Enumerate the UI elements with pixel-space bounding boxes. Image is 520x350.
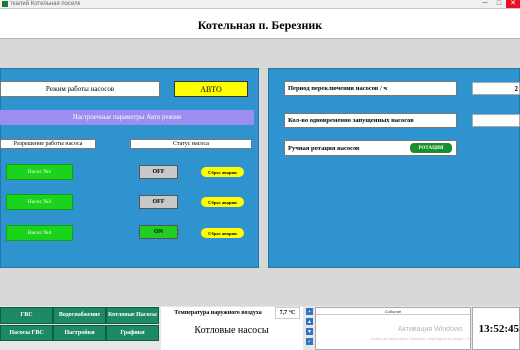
nav-gvs-pumps-button[interactable]: Насосы ГВС <box>0 325 53 341</box>
simultaneous-pumps-input[interactable] <box>472 114 520 127</box>
pump-1-alarm-reset-button[interactable]: Сброс аварии <box>201 167 244 177</box>
events-down-icon[interactable]: ▼ <box>306 328 313 335</box>
events-up-icon[interactable]: ▲ <box>306 318 313 325</box>
close-button[interactable]: ✕ <box>506 0 520 8</box>
pump-3-enable-button[interactable]: Насос №3 <box>6 194 73 210</box>
pump-1-enable-button[interactable]: Насос №1 <box>6 164 73 180</box>
page-header: Котельная п. Березник <box>0 9 520 39</box>
pump-4-alarm-reset-button[interactable]: Сброс аварии <box>201 228 244 238</box>
pump-3-status: OFF <box>139 195 178 209</box>
auto-params-button[interactable]: Настроечные параметры Авто режим <box>0 110 254 125</box>
rotation-settings-panel <box>268 68 520 268</box>
windows-activation-watermark: Активация Windows <box>398 326 463 333</box>
pump-status-header: Статус насоса <box>130 139 252 149</box>
nav-settings-button[interactable]: Настройки <box>53 325 106 341</box>
events-header: Событие <box>316 308 470 315</box>
nav-boiler-pumps-button[interactable]: Котловые Насосы <box>106 307 159 324</box>
app-icon <box>2 1 8 7</box>
window-title: ткалий Котельная поселк <box>10 1 81 7</box>
events-acknowledge-icon[interactable]: ✓ <box>306 338 313 345</box>
outdoor-temp-value: 7,7 °C <box>275 307 300 319</box>
pump-3-alarm-reset-button[interactable]: Сброс аварии <box>201 197 244 207</box>
switch-period-label: Период переключения насосов / ч <box>284 81 457 96</box>
page-title: Котельная п. Березник <box>197 18 323 32</box>
nav-water-supply-button[interactable]: Водоснабжение <box>53 307 106 324</box>
switch-period-input[interactable]: 2 <box>472 82 520 95</box>
maximize-button[interactable]: □ <box>492 0 506 8</box>
nav-gvs-button[interactable]: ГВС <box>0 307 53 324</box>
pump-4-status: ON <box>139 225 178 239</box>
pump-4-enable-button[interactable]: Насос №4 <box>6 225 73 241</box>
current-page-title: Котловые насосы <box>194 324 269 336</box>
pump-mode-auto-button[interactable]: АВТО <box>174 81 248 97</box>
clock: 13:52:45 <box>472 307 520 350</box>
events-filter-icon[interactable]: ▪ <box>306 308 313 315</box>
outdoor-temp-label: Температура наружного воздуха <box>174 310 262 316</box>
pump-mode-label: Режим работы насосов <box>0 81 160 97</box>
minimize-button[interactable]: ─ <box>478 0 492 8</box>
simultaneous-pumps-label: Кол-во одновременно запущенных насосов <box>284 113 457 128</box>
nav-charts-button[interactable]: Графики <box>106 325 159 341</box>
pump-1-status: OFF <box>139 165 178 179</box>
window-titlebar: ткалий Котельная поселк ─ □ ✕ <box>0 0 520 9</box>
rotation-button[interactable]: РОТАЦИЯ <box>410 143 452 153</box>
pump-permission-header: Разрешение работы насоса <box>0 139 96 149</box>
